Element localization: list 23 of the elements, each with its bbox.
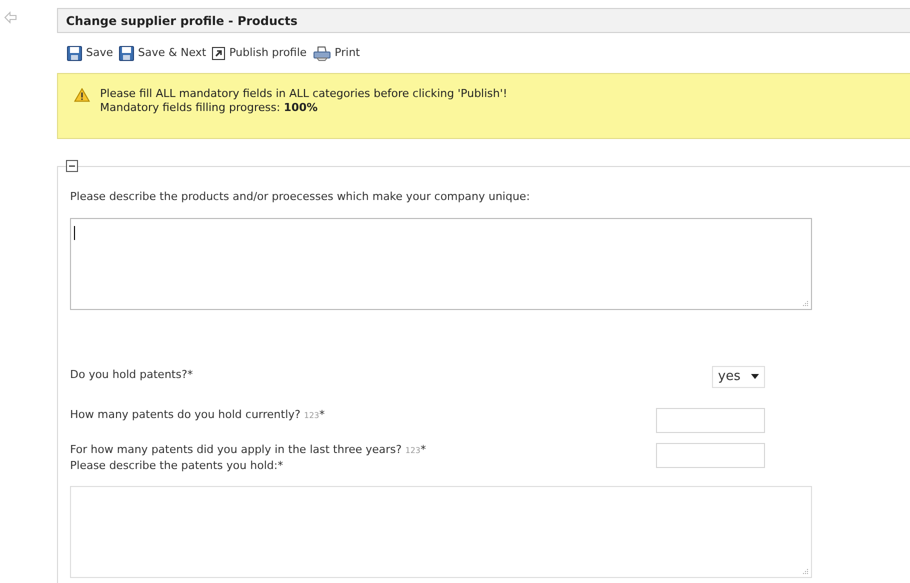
collapse-toggle[interactable]: [66, 160, 78, 172]
warning-icon: [74, 88, 90, 102]
number-field[interactable]: [656, 408, 765, 432]
field-label: Do you hold patents?*: [70, 367, 193, 383]
toolbar-button[interactable]: Publish profile: [212, 44, 307, 62]
printer-icon: [312, 46, 331, 60]
progress-text: Mandatory fields filling progress: 100%: [100, 101, 319, 115]
page-title: Change supplier profile - Products: [66, 12, 298, 30]
text-area[interactable]: [70, 218, 812, 310]
toolbar-button[interactable]: Save & Next: [119, 44, 206, 62]
text-cursor: [74, 226, 75, 240]
caret-icon: [751, 374, 759, 379]
text-area[interactable]: [70, 486, 812, 578]
arrow-box-icon: [212, 46, 226, 60]
toolbar-button[interactable]: Print: [312, 44, 360, 62]
field-label: For how many patents did you apply in the last three years? 123*: [70, 442, 426, 458]
toolbar-button[interactable]: Save: [67, 44, 114, 62]
field-label: Please describe the products and/or proecesses which make your company unique:: [70, 189, 531, 205]
notice-text: Please fill ALL mandatory fields in ALL categories before clicking 'Publish'!: [100, 87, 508, 101]
number-field[interactable]: [656, 442, 765, 468]
field-label: Please describe the patents you hold:*: [70, 458, 284, 474]
field-label: How many patents do you hold currently? 123*: [70, 407, 325, 423]
dropdown[interactable]: yes: [712, 366, 765, 388]
